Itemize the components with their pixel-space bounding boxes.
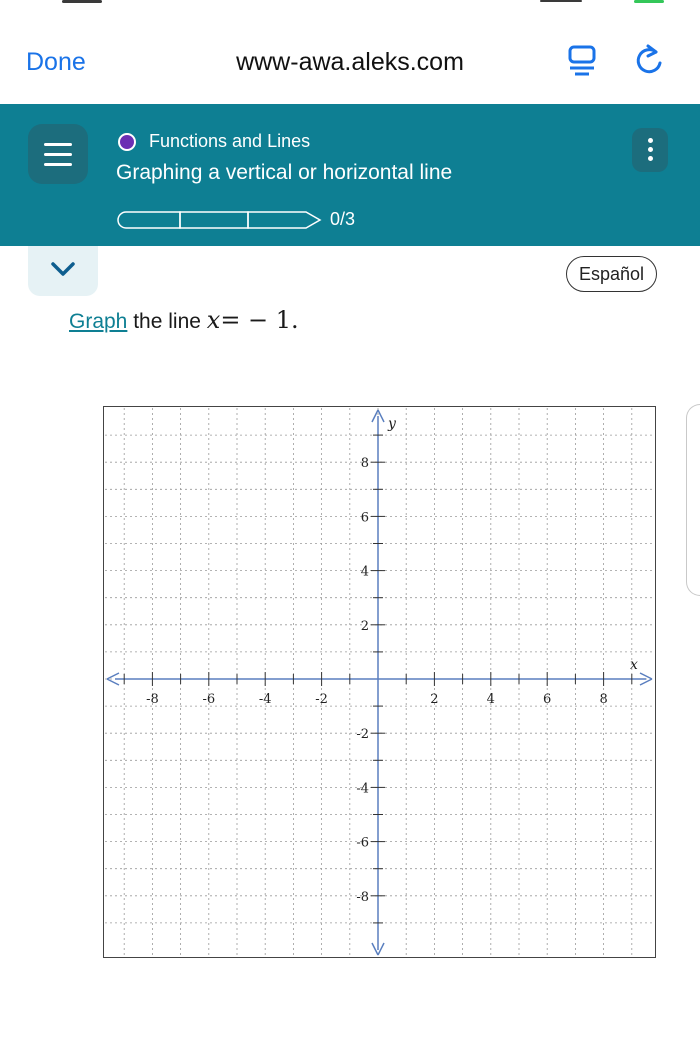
y-tick-label: -4: [356, 781, 369, 796]
lesson-header: Functions and Lines Graphing a vertical …: [0, 104, 700, 246]
y-tick-label: 4: [361, 565, 369, 580]
y-tick-label: 6: [361, 510, 369, 525]
espanol-button[interactable]: Español: [566, 256, 658, 292]
graph-area[interactable]: -8 -6 -4 -2 2 4 6 8 8 6 4 2 -2 -4 -6 -8 x y: [103, 406, 656, 958]
problem-text: the line: [127, 310, 207, 333]
progress-bar: [117, 211, 322, 229]
x-tick-label: -8: [146, 692, 159, 707]
status-time-fragment: [62, 0, 102, 3]
problem-statement: Graph the line x= − 1.: [69, 306, 299, 334]
progress-segment-1: [117, 211, 181, 229]
y-tick-label: 8: [361, 456, 369, 471]
progress-count: 0/3: [330, 209, 356, 229]
battery-icon: [634, 0, 664, 3]
x-tick-label: -4: [259, 692, 272, 707]
equation-rest: = − 1.: [220, 306, 299, 334]
chevron-down-icon: [51, 262, 75, 276]
progress-segment-2: [179, 211, 249, 229]
topic-title: Functions and Lines: [149, 131, 311, 151]
kebab-dot-icon: [648, 138, 653, 143]
graph-tool-panel[interactable]: [686, 404, 700, 596]
reload-icon[interactable]: [634, 44, 664, 76]
x-tick-label: 2: [430, 692, 438, 707]
hamburger-bar-icon: [44, 143, 72, 146]
x-tick-label: -2: [315, 692, 328, 707]
coordinate-plane[interactable]: -8 -6 -4 -2 2 4 6 8 8 6 4 2 -2 -4 -6 -8 x y: [103, 406, 656, 958]
y-tick-label: -6: [356, 836, 369, 851]
x-tick-label: -6: [202, 692, 215, 707]
topic-status-icon: [118, 133, 136, 151]
x-tick-label: 4: [487, 692, 495, 707]
hamburger-bar-icon: [44, 153, 72, 156]
status-signal-fragment: [540, 0, 582, 2]
more-options-button[interactable]: [632, 128, 668, 172]
y-axis-label: y: [387, 416, 397, 432]
progress-segment-3: [247, 211, 322, 229]
browser-toolbar: Done www-awa.aleks.com: [0, 14, 700, 105]
kebab-dot-icon: [648, 156, 653, 161]
status-bar: [0, 0, 700, 14]
kebab-dot-icon: [648, 147, 653, 152]
x-tick-label: 8: [599, 692, 607, 707]
lesson-title: Graphing a vertical or horizontal line: [116, 161, 453, 184]
x-axis-label: x: [630, 657, 638, 673]
problem-equation: x= − 1.: [207, 306, 299, 334]
hamburger-menu-button[interactable]: [28, 124, 88, 184]
y-tick-label: -2: [356, 727, 369, 742]
y-tick-label: -8: [356, 890, 369, 905]
equation-variable: x: [206, 306, 221, 334]
graph-help-link[interactable]: Graph: [69, 310, 127, 333]
y-tick-label: 2: [361, 619, 369, 634]
x-tick-label: 6: [543, 692, 551, 707]
hamburger-bar-icon: [44, 163, 72, 166]
reader-mode-icon[interactable]: [568, 44, 596, 76]
collapse-header-button[interactable]: [28, 246, 98, 296]
